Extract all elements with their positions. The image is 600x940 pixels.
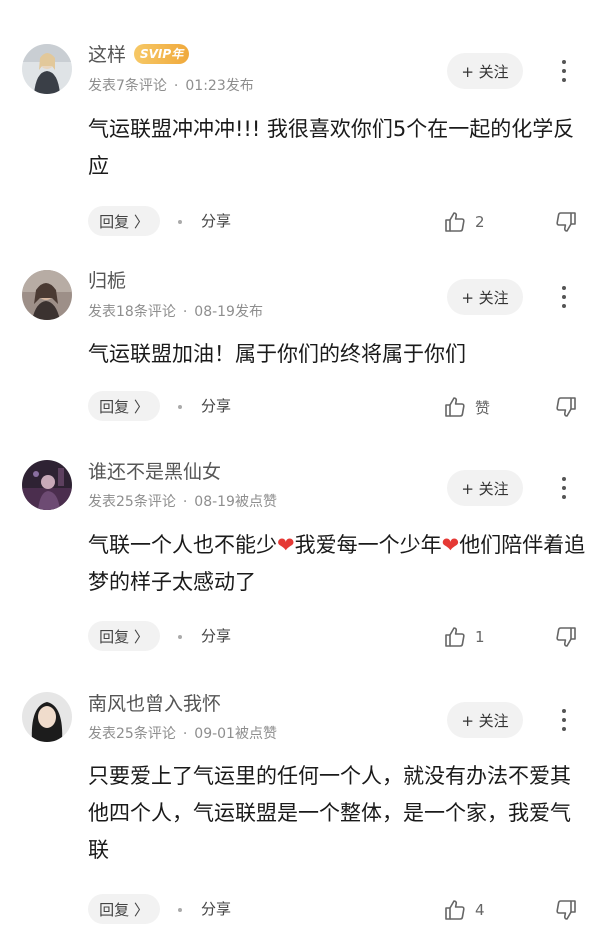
comment-meta: 发表18条评论 · 08-19发布 bbox=[88, 304, 263, 320]
thumbs-down-icon bbox=[556, 627, 576, 647]
heart-emoji: ❤ bbox=[441, 533, 460, 557]
like-count: 4 bbox=[475, 901, 485, 919]
like-button[interactable]: 1 bbox=[443, 625, 485, 649]
comment-meta: 发表25条评论 · 09-01被点赞 bbox=[88, 726, 277, 742]
more-vertical-icon[interactable] bbox=[552, 59, 576, 83]
username[interactable]: 归栀 bbox=[88, 269, 126, 293]
avatar[interactable] bbox=[22, 44, 72, 94]
comment-text: 气联一个人也不能少❤我爱每一个少年❤他们陪伴着追梦的样子太感动了 bbox=[88, 533, 586, 594]
follow-button[interactable]: + 关注 bbox=[447, 470, 523, 506]
timestamp: 09-01被点赞 bbox=[194, 726, 277, 742]
like-count: 赞 bbox=[475, 398, 491, 417]
comment-text: 气运联盟冲冲冲!!! 我很喜欢你们5个在一起的化学反应 bbox=[88, 117, 575, 178]
post-count: 发表25条评论 bbox=[88, 494, 176, 510]
dislike-button[interactable] bbox=[554, 625, 578, 653]
follow-button[interactable]: + 关注 bbox=[447, 279, 523, 315]
share-button[interactable]: 分享 bbox=[201, 626, 231, 646]
separator-dot bbox=[178, 220, 182, 224]
comment-meta: 发表25条评论 · 08-19被点赞 bbox=[88, 494, 277, 510]
like-button[interactable]: 4 bbox=[443, 898, 485, 922]
dislike-button[interactable] bbox=[554, 395, 578, 423]
avatar[interactable] bbox=[22, 270, 72, 320]
avatar[interactable] bbox=[22, 692, 72, 742]
like-count: 1 bbox=[475, 628, 485, 646]
separator-dot bbox=[178, 908, 182, 912]
username[interactable]: 南风也曾入我怀 bbox=[88, 692, 221, 716]
like-count: 2 bbox=[475, 213, 485, 231]
post-count: 发表7条评论 bbox=[88, 78, 167, 94]
reply-button[interactable]: 回复 〉 bbox=[88, 894, 160, 924]
like-button[interactable]: 2 bbox=[443, 210, 485, 234]
reply-button[interactable]: 回复 〉 bbox=[88, 206, 160, 236]
share-button[interactable]: 分享 bbox=[201, 211, 231, 231]
timestamp: 08-19发布 bbox=[194, 304, 263, 320]
reply-button[interactable]: 回复 〉 bbox=[88, 621, 160, 651]
more-vertical-icon[interactable] bbox=[552, 708, 576, 732]
post-count: 发表25条评论 bbox=[88, 726, 176, 742]
thumbs-up-icon bbox=[445, 212, 465, 232]
username[interactable]: 谁还不是黑仙女 bbox=[88, 460, 221, 484]
comment-text: 气运联盟加油！属于你们的终将属于你们 bbox=[88, 342, 466, 366]
share-button[interactable]: 分享 bbox=[201, 396, 231, 416]
heart-emoji: ❤ bbox=[277, 533, 295, 557]
share-button[interactable]: 分享 bbox=[201, 899, 231, 919]
avatar[interactable] bbox=[22, 460, 72, 510]
comment-text: 只要爱上了气运里的任何一个人，就没有办法不爱其他四个人，气运联盟是一个整体，是一… bbox=[88, 764, 571, 862]
thumbs-down-icon bbox=[556, 900, 576, 920]
follow-button[interactable]: + 关注 bbox=[447, 702, 523, 738]
thumbs-up-icon bbox=[445, 627, 465, 647]
post-count: 发表18条评论 bbox=[88, 304, 176, 320]
reply-button[interactable]: 回复 〉 bbox=[88, 391, 160, 421]
more-vertical-icon[interactable] bbox=[552, 285, 576, 309]
thumbs-up-icon bbox=[445, 900, 465, 920]
thumbs-down-icon bbox=[556, 397, 576, 417]
dislike-button[interactable] bbox=[554, 210, 578, 238]
svip-badge: SVIP年 bbox=[134, 44, 190, 64]
like-button[interactable]: 赞 bbox=[443, 395, 490, 419]
follow-button[interactable]: + 关注 bbox=[447, 53, 523, 89]
timestamp: 01:23发布 bbox=[185, 78, 254, 94]
more-vertical-icon[interactable] bbox=[552, 476, 576, 500]
separator-dot bbox=[178, 635, 182, 639]
username[interactable]: 这样 bbox=[88, 43, 126, 67]
thumbs-down-icon bbox=[556, 212, 576, 232]
timestamp: 08-19被点赞 bbox=[194, 494, 277, 510]
dislike-button[interactable] bbox=[554, 898, 578, 926]
separator-dot bbox=[178, 405, 182, 409]
thumbs-up-icon bbox=[445, 397, 465, 417]
comment-meta: 发表7条评论 · 01:23发布 bbox=[88, 78, 254, 94]
